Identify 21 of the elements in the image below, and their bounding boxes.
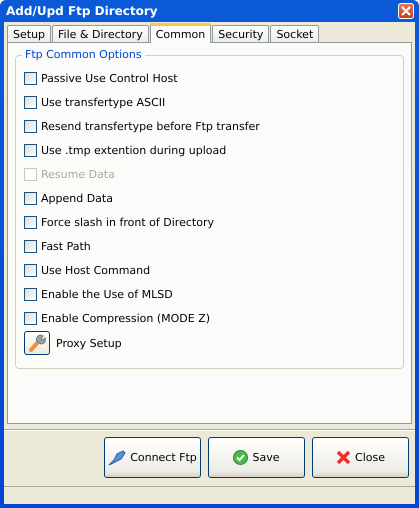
tab[interactable]: Socket xyxy=(270,25,320,42)
connect-button[interactable]: Connect Ftp xyxy=(104,437,201,478)
tab[interactable]: File & Directory xyxy=(52,25,149,42)
checkbox-label[interactable]: Enable the Use of MLSD xyxy=(41,288,173,301)
checkbox-label[interactable]: Fast Path xyxy=(41,240,91,253)
window-title: Add/Upd Ftp Directory xyxy=(6,4,158,18)
save-button[interactable]: Save xyxy=(208,437,305,478)
checkbox-label[interactable]: Use transfertype ASCII xyxy=(41,96,166,109)
checkbox-label[interactable]: Enable Compression (MODE Z) xyxy=(41,312,210,325)
group-title: Ftp Common Options xyxy=(22,48,145,61)
checkbox-label[interactable]: Use .tmp extention during upload xyxy=(41,144,226,157)
checkbox-label[interactable]: Use Host Command xyxy=(41,264,150,277)
proxy-setup-label[interactable]: Proxy Setup xyxy=(56,336,122,350)
checkbox-label[interactable]: Resend transfertype before Ftp transfer xyxy=(41,120,260,133)
tab[interactable]: Common xyxy=(150,23,212,43)
checkbox-label[interactable]: Force slash in front of Directory xyxy=(41,216,214,229)
tab[interactable]: Setup xyxy=(7,25,52,42)
checkbox-label[interactable]: Append Data xyxy=(41,192,113,205)
close-button[interactable]: Close xyxy=(312,437,409,478)
checkbox-label[interactable]: Passive Use Control Host xyxy=(41,72,178,85)
tab[interactable]: Security xyxy=(212,25,270,42)
